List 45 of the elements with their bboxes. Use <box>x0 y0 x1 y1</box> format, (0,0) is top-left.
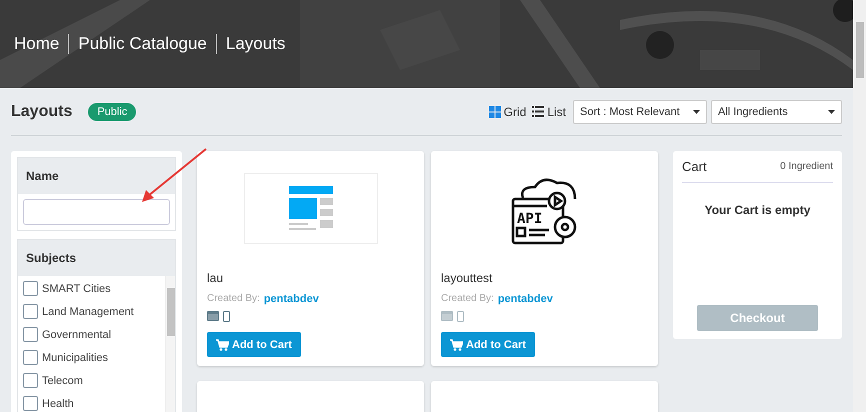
breadcrumb-link[interactable]: Home <box>14 34 68 54</box>
list-view-button[interactable]: List <box>529 104 569 118</box>
filter-title: Subjects <box>26 251 76 265</box>
subject-label: Municipalities <box>42 352 108 364</box>
cart-count: 0 Ingredient <box>780 161 833 172</box>
checkbox[interactable] <box>23 373 38 388</box>
public-badge: Public <box>88 102 136 120</box>
list-icon <box>532 106 544 117</box>
scrollbar[interactable] <box>165 276 175 412</box>
subject-label: Health <box>42 398 74 410</box>
cart-title: Cart <box>682 159 707 174</box>
checkbox[interactable] <box>23 396 38 411</box>
grid-icon <box>488 106 501 118</box>
play-icon <box>547 191 566 210</box>
cart-icon <box>450 338 463 350</box>
empty-cart-message: Your Cart is empty <box>704 203 812 217</box>
ingredient-select[interactable]: All Ingredients <box>711 100 842 124</box>
breadcrumb-link[interactable]: Public Catalogue <box>68 34 216 54</box>
layout-title: lau <box>207 271 224 285</box>
grid-view-button[interactable]: Grid <box>486 104 530 118</box>
api-label: API <box>516 210 542 226</box>
checkbox-icon <box>515 226 526 237</box>
checkbox[interactable] <box>23 281 38 296</box>
page-scrollbar[interactable] <box>853 0 866 412</box>
created-by-label: Created By: <box>207 293 260 305</box>
filter-title: Name <box>26 169 59 183</box>
page-title: Layouts <box>11 102 72 120</box>
gear-icon <box>553 215 576 238</box>
sort-select[interactable]: Sort : Most Relevant <box>573 100 707 124</box>
checkbox[interactable] <box>23 304 38 319</box>
created-by-label: Created By: <box>441 293 494 305</box>
window-icon <box>511 197 564 244</box>
breadcrumb-link[interactable]: Layouts <box>216 34 294 54</box>
cloud-icon <box>520 178 576 199</box>
layout-title: layouttest <box>441 271 494 285</box>
name-input[interactable] <box>23 199 170 225</box>
checkbox[interactable] <box>23 327 38 342</box>
caret-icon <box>828 110 835 114</box>
subject-label: Land Management <box>42 306 134 318</box>
caret-icon <box>693 110 700 114</box>
cart-icon <box>216 338 229 350</box>
checkbox[interactable] <box>23 350 38 365</box>
subject-label: SMART Cities <box>42 282 111 294</box>
subject-label: Telecom <box>42 374 83 386</box>
subject-label: Governmental <box>42 328 112 340</box>
